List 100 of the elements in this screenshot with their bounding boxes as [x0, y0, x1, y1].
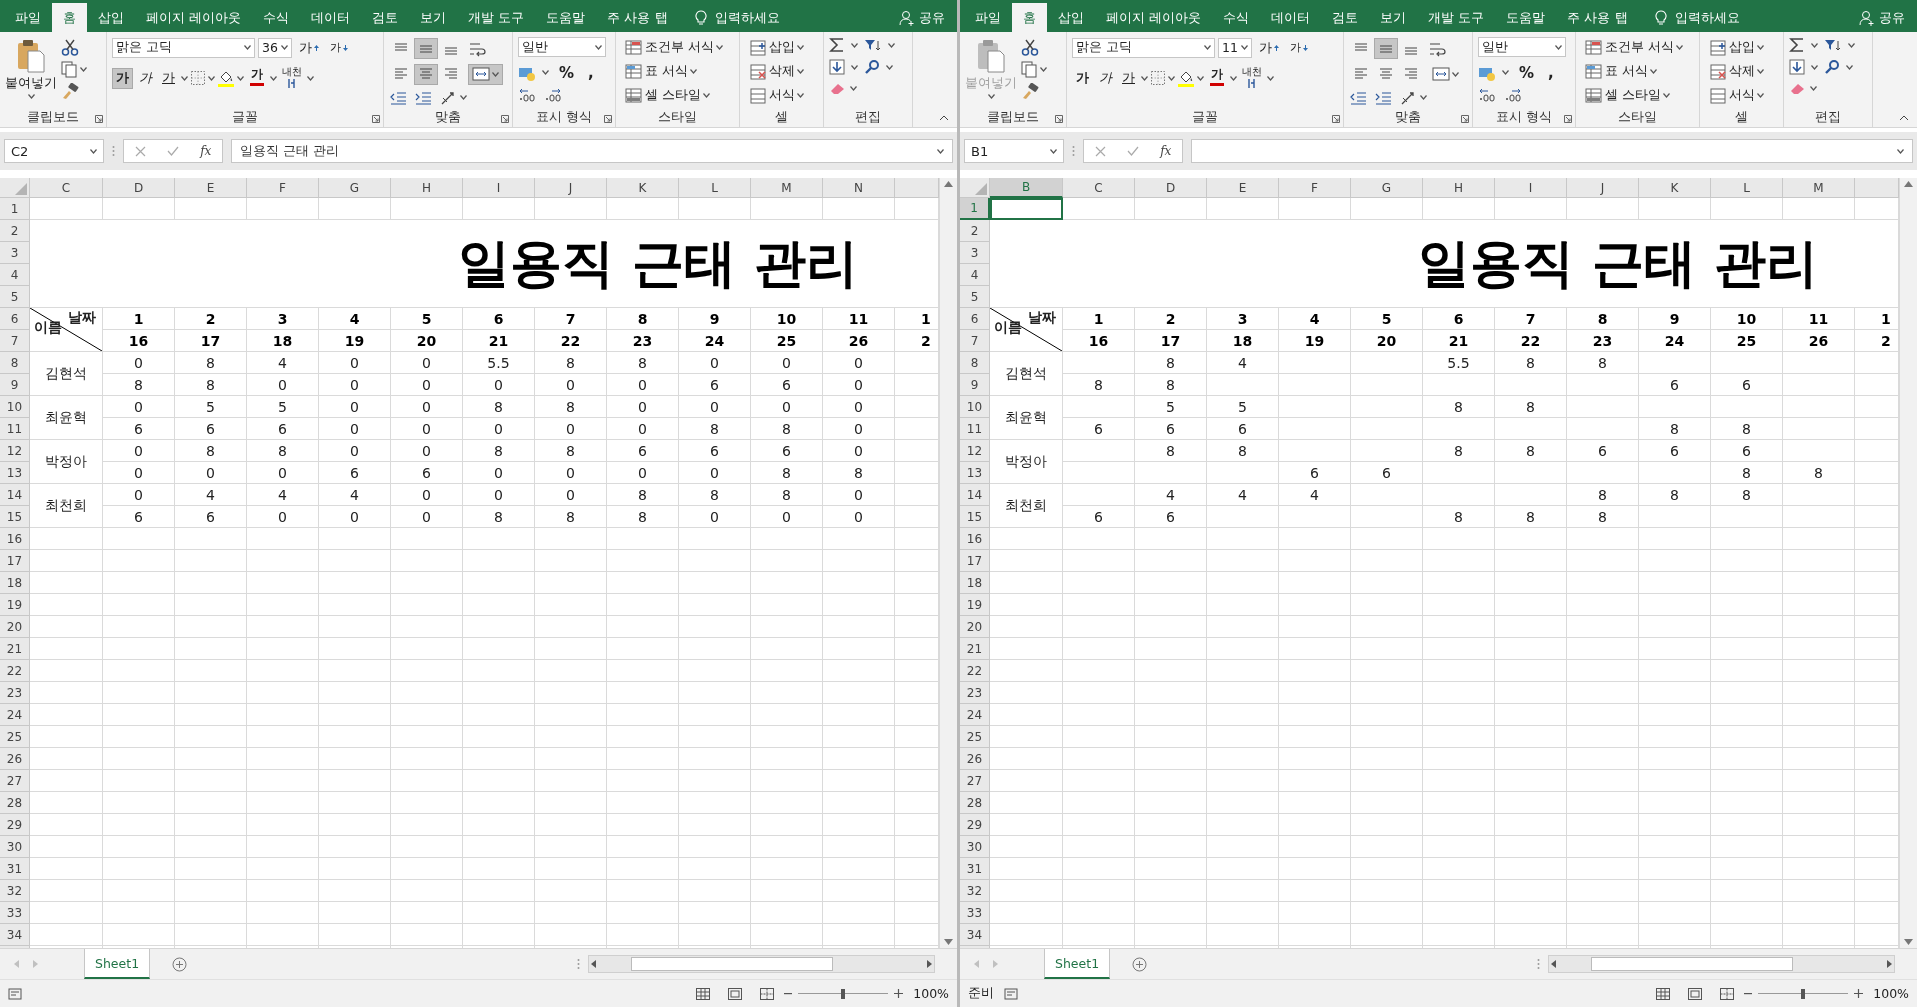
slider-thumb[interactable] [841, 988, 846, 999]
row-number[interactable]: 12 [960, 440, 990, 462]
grow-font-button[interactable]: 가 [1255, 37, 1283, 58]
column-header[interactable]: D [103, 178, 175, 198]
font-name-field[interactable]: 맑은 고딕 [112, 37, 255, 58]
row-number[interactable]: 5 [960, 286, 990, 308]
sheet-tab[interactable]: Sheet1 [1044, 949, 1111, 979]
cell-styles-button[interactable]: 셀 스타일 [621, 85, 727, 106]
zoom-slider[interactable] [1758, 987, 1849, 1000]
ribbon-tab[interactable]: 보기 [1369, 3, 1418, 32]
row-number[interactable]: 9 [0, 374, 30, 396]
shrink-font-button[interactable]: 가 [326, 37, 352, 58]
row-number[interactable]: 19 [960, 594, 990, 616]
font-name-field[interactable]: 맑은 고딕 [1072, 37, 1215, 58]
row-number[interactable]: 22 [0, 660, 30, 682]
row-number[interactable]: 18 [960, 572, 990, 594]
row-number[interactable]: 10 [960, 396, 990, 418]
column-header[interactable]: B [990, 178, 1063, 198]
row-number[interactable]: 11 [0, 418, 30, 440]
phonetic-guide-button[interactable]: 내천 [1239, 65, 1265, 91]
comma-button[interactable]: , [584, 62, 598, 83]
zoom-level[interactable]: 100% [1873, 986, 1909, 1001]
ribbon-tab[interactable]: 홈 [1012, 3, 1047, 32]
row-number[interactable]: 12 [0, 440, 30, 462]
align-center-button[interactable] [414, 64, 438, 85]
insert-cells-button[interactable]: 삽입 [745, 37, 808, 58]
percent-button[interactable]: % [1515, 62, 1539, 83]
row-number[interactable]: 23 [960, 682, 990, 704]
row-number[interactable]: 2 [960, 220, 990, 242]
number-format-field[interactable]: 일반 [518, 37, 606, 57]
active-cell[interactable] [990, 198, 1063, 220]
row-number[interactable]: 24 [0, 704, 30, 726]
grow-font-button[interactable]: 가 [295, 37, 323, 58]
row-number[interactable]: 21 [0, 638, 30, 660]
share-button[interactable]: 공유 [919, 8, 945, 27]
format-cells-button[interactable]: 서식 [1705, 85, 1768, 106]
vertical-scrollbar[interactable] [1899, 178, 1917, 948]
row-number[interactable]: 4 [960, 264, 990, 286]
ribbon-tab[interactable]: 검토 [1321, 3, 1370, 32]
row-number[interactable]: 15 [0, 506, 30, 528]
zoom-slider[interactable] [798, 987, 889, 1000]
row-number[interactable]: 6 [0, 308, 30, 330]
row-number[interactable]: 14 [960, 484, 990, 506]
ribbon-tab[interactable]: 주 사용 탭 [1556, 3, 1639, 32]
row-number[interactable]: 19 [0, 594, 30, 616]
font-size-field[interactable]: 36 [258, 37, 292, 58]
row-number[interactable]: 29 [0, 814, 30, 836]
column-header[interactable]: H [391, 178, 463, 198]
ribbon-tab[interactable]: 개발 도구 [1417, 3, 1496, 32]
ribbon-tab[interactable]: 파일 [964, 3, 1012, 32]
row-number[interactable]: 13 [960, 462, 990, 484]
row-number[interactable]: 17 [0, 550, 30, 572]
ribbon-tab[interactable]: 검토 [361, 3, 410, 32]
ribbon-tab[interactable]: 보기 [409, 3, 458, 32]
ribbon-tab[interactable]: 주 사용 탭 [596, 3, 679, 32]
column-header[interactable]: C [1063, 178, 1135, 198]
conditional-formatting-button[interactable]: 조건부 서식 [621, 37, 727, 58]
row-number[interactable]: 30 [0, 836, 30, 858]
row-number[interactable]: 25 [0, 726, 30, 748]
column-header[interactable]: G [319, 178, 391, 198]
ribbon-tab[interactable]: 데이터 [1260, 3, 1322, 32]
name-box[interactable]: B1 [964, 139, 1064, 163]
merge-center-button[interactable] [468, 64, 503, 85]
column-header[interactable]: C [30, 178, 103, 198]
row-number[interactable]: 22 [960, 660, 990, 682]
row-number[interactable]: 14 [0, 484, 30, 506]
row-number[interactable]: 25 [960, 726, 990, 748]
row-number[interactable]: 33 [960, 902, 990, 924]
percent-button[interactable]: % [555, 62, 579, 83]
horizontal-scrollbar[interactable] [588, 955, 935, 973]
column-header[interactable]: K [1639, 178, 1711, 198]
row-number[interactable]: 15 [960, 506, 990, 528]
row-number[interactable]: 11 [960, 418, 990, 440]
format-cells-button[interactable]: 서식 [745, 85, 808, 106]
row-number[interactable]: 23 [0, 682, 30, 704]
row-number[interactable]: 31 [0, 858, 30, 880]
row-number[interactable]: 6 [960, 308, 990, 330]
bold-button[interactable]: 가 [112, 67, 133, 89]
vertical-scrollbar[interactable] [939, 178, 957, 948]
row-number[interactable]: 10 [0, 396, 30, 418]
number-format-field[interactable]: 일반 [1478, 37, 1566, 57]
row-number[interactable]: 3 [960, 242, 990, 264]
ribbon-tab[interactable]: 수식 [1212, 3, 1261, 32]
column-header[interactable] [1855, 178, 1899, 198]
column-header[interactable]: M [751, 178, 823, 198]
ribbon-tab[interactable]: 수식 [252, 3, 301, 32]
row-number[interactable]: 32 [0, 880, 30, 902]
row-number[interactable]: 8 [0, 352, 30, 374]
name-box[interactable]: C2 [4, 139, 104, 163]
column-header[interactable]: F [1279, 178, 1351, 198]
slider-thumb[interactable] [1801, 988, 1806, 999]
align-middle-button[interactable] [414, 38, 438, 60]
formula-bar[interactable]: 일용직 근태 관리 [231, 139, 953, 163]
row-number[interactable]: 1 [960, 198, 990, 220]
ribbon-tab[interactable]: 페이지 레이아웃 [1095, 3, 1213, 32]
row-number[interactable]: 2 [0, 220, 30, 242]
row-number[interactable]: 27 [0, 770, 30, 792]
select-all-button[interactable] [0, 178, 30, 198]
row-number[interactable]: 20 [0, 616, 30, 638]
column-header[interactable]: L [1711, 178, 1783, 198]
